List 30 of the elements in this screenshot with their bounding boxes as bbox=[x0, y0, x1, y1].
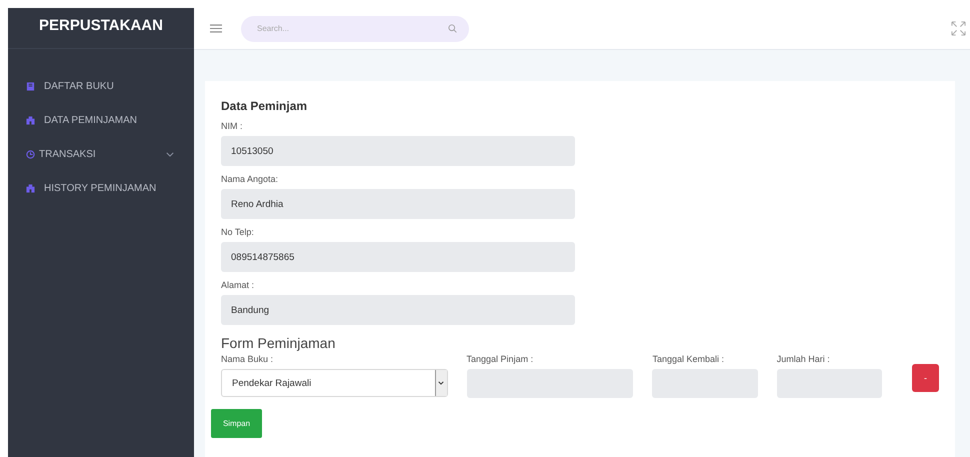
brand-title: PERPUSTAKAAN bbox=[8, 8, 194, 49]
caret-icon bbox=[438, 381, 444, 385]
section-title: Form Peminjaman bbox=[221, 335, 336, 351]
field-label: Jumlah Hari : bbox=[776, 354, 831, 364]
sidebar-item[interactable]: DAFTAR BUKU bbox=[8, 69, 194, 103]
sidebar-item[interactable]: DATA PEMINJAMAN bbox=[8, 103, 194, 137]
field-label: Tanggal Kembali : bbox=[652, 354, 725, 364]
field-label: Nama Angota: bbox=[221, 174, 280, 184]
sidebar-item[interactable]: TRANSAKSI bbox=[8, 137, 194, 171]
menu-icon[interactable] bbox=[210, 24, 222, 33]
input-field[interactable]: Reno Ardhia bbox=[221, 189, 575, 219]
section-title: Data Peminjam bbox=[221, 99, 308, 113]
building-icon bbox=[26, 184, 35, 192]
field-label: No Telp: bbox=[221, 227, 255, 237]
input-field[interactable]: Bandung bbox=[221, 295, 575, 325]
input-field[interactable]: 089514875865 bbox=[221, 242, 575, 272]
building-icon bbox=[26, 116, 35, 124]
field-label: NIM : bbox=[221, 121, 244, 131]
sidebar-item[interactable]: HISTORY PEMINJAMAN bbox=[8, 171, 194, 205]
book-select[interactable]: Pendekar Rajawali bbox=[221, 369, 448, 397]
field-label: Tanggal Pinjam : bbox=[466, 354, 534, 364]
field-label: Nama Buku : bbox=[221, 354, 274, 364]
fullscreen-icon[interactable] bbox=[951, 21, 966, 36]
book-icon bbox=[26, 82, 35, 90]
search-icon bbox=[448, 24, 457, 33]
input-field[interactable]: 10513050 bbox=[221, 136, 575, 166]
chevron-down-icon bbox=[166, 152, 174, 156]
remove-button[interactable]: - bbox=[912, 364, 939, 392]
field-label: Alamat : bbox=[221, 280, 256, 290]
clock-icon bbox=[26, 150, 35, 158]
